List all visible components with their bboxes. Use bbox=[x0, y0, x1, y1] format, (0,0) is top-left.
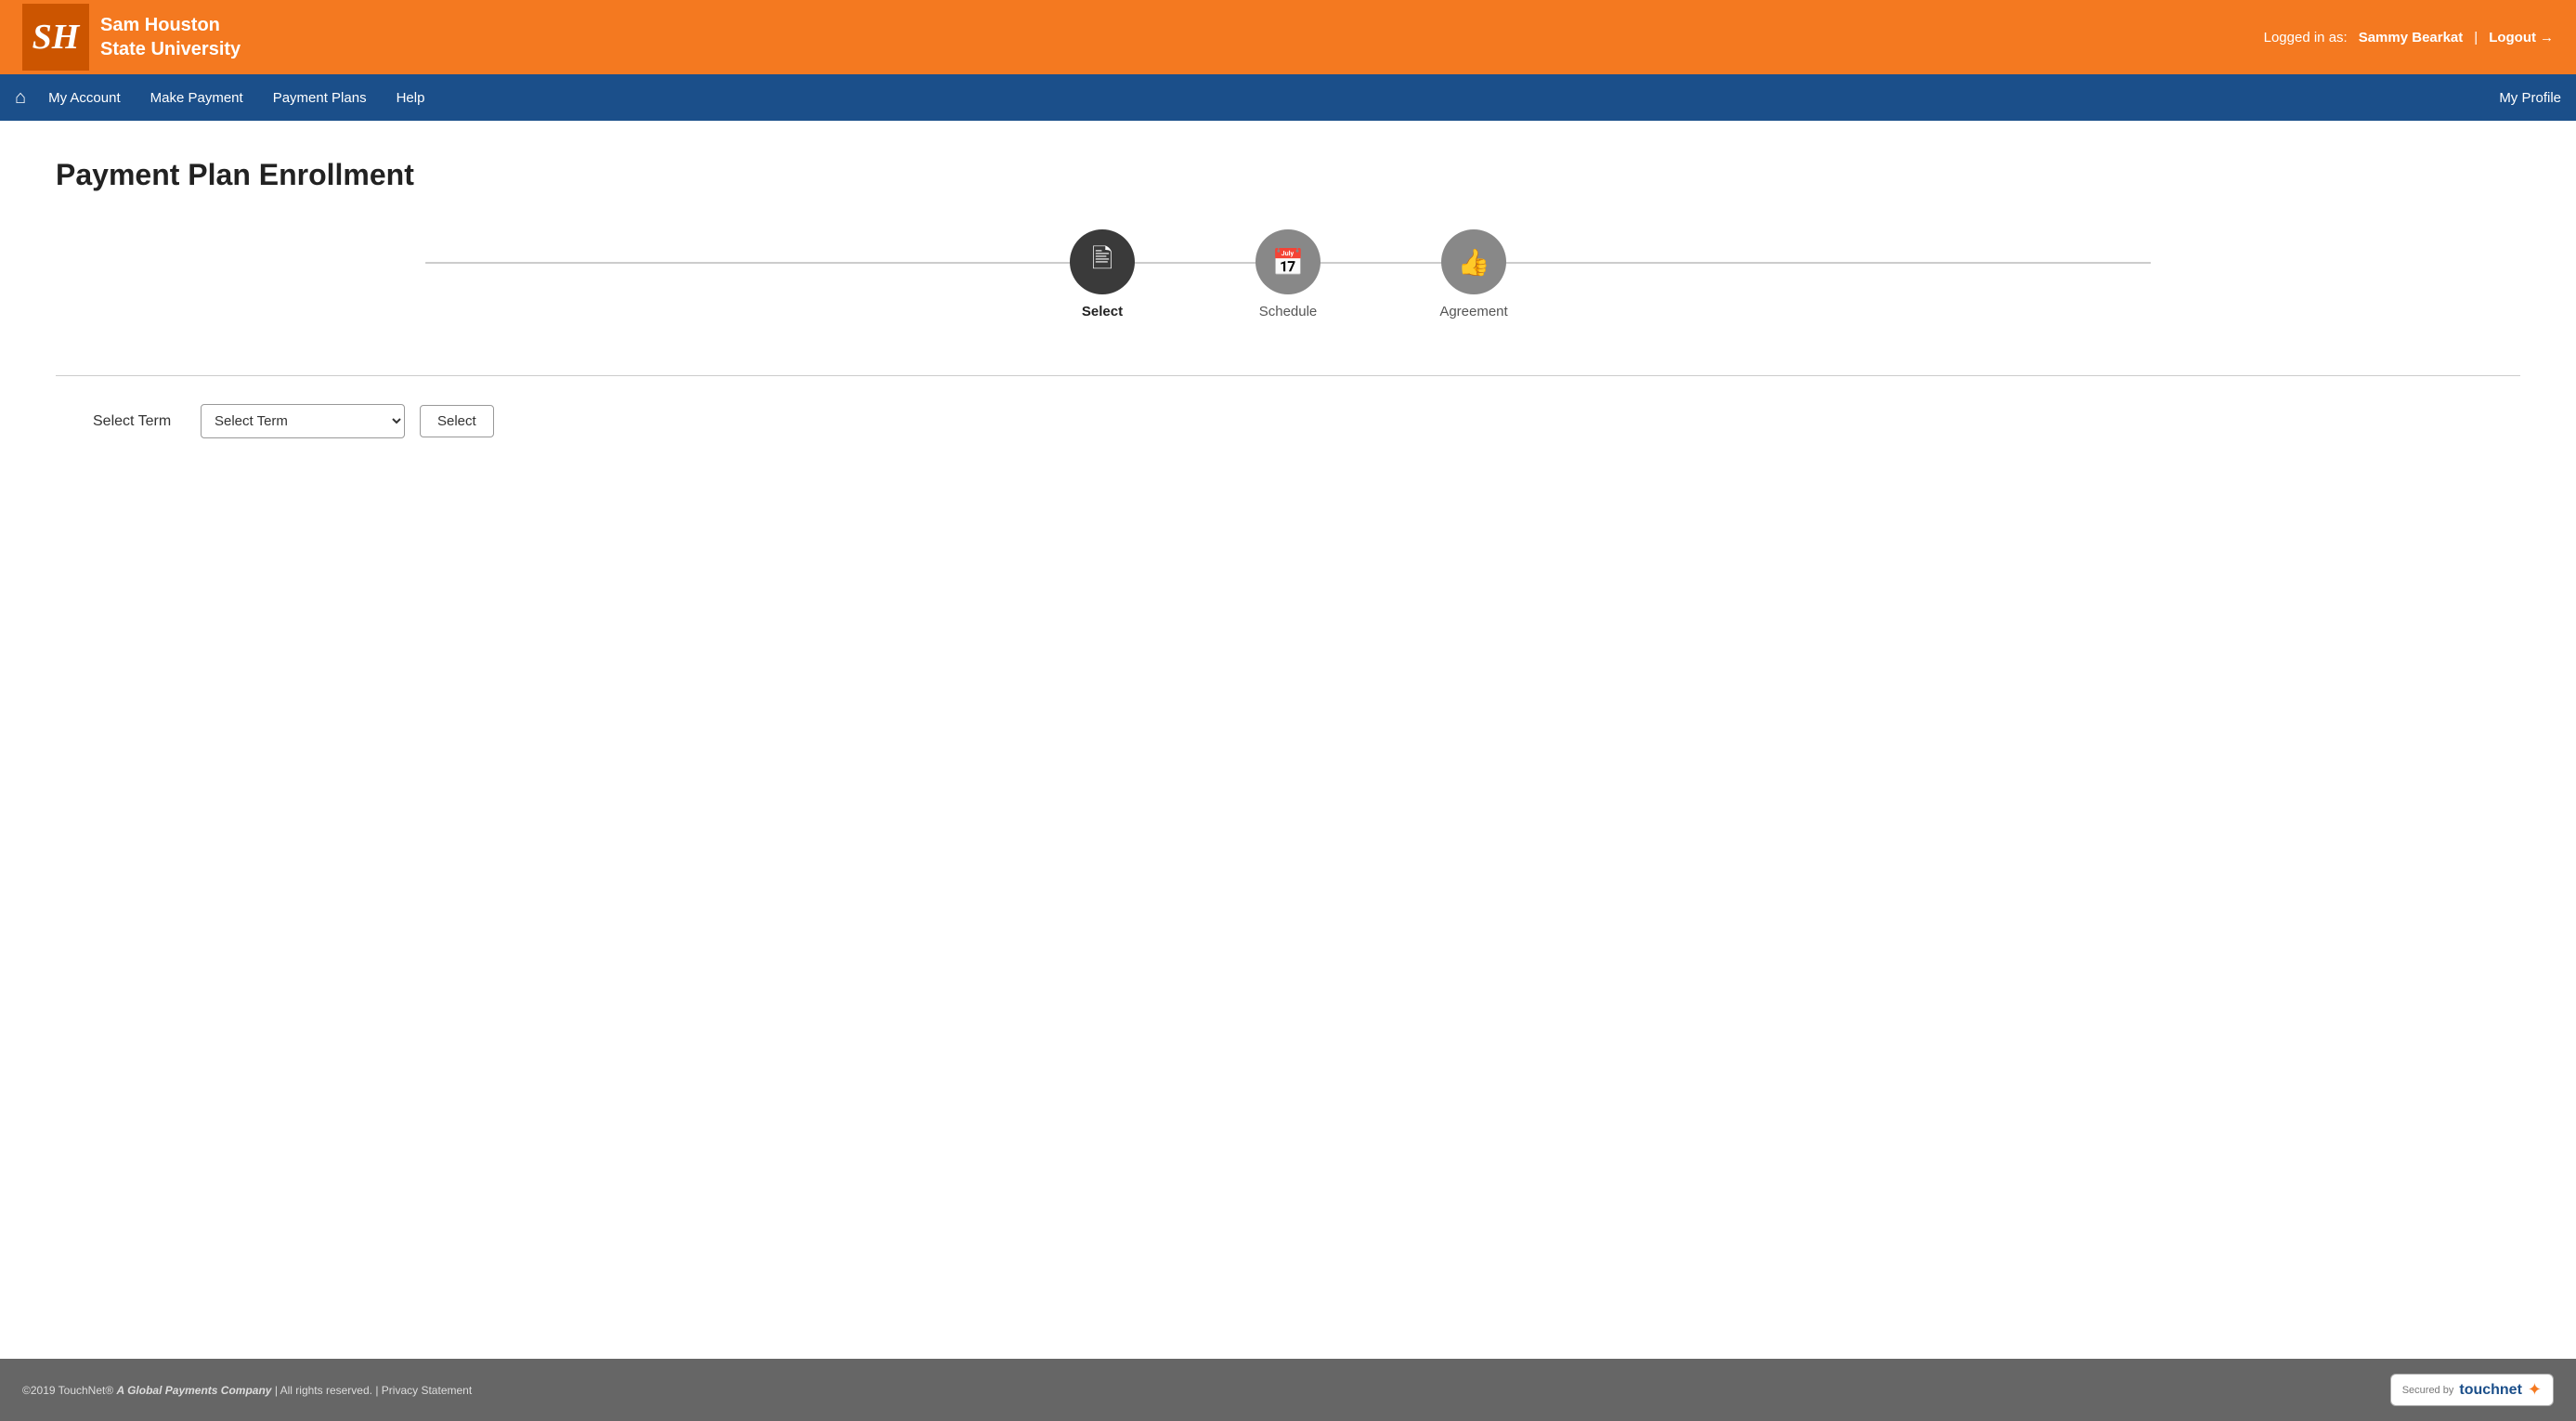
footer-copyright: ©2019 TouchNet® A Global Payments Compan… bbox=[22, 1384, 472, 1397]
my-profile-link[interactable]: My Profile bbox=[2499, 90, 2561, 106]
select-term-button[interactable]: Select bbox=[420, 405, 494, 437]
logo-area: SH Sam Houston State University bbox=[22, 4, 241, 71]
top-right-area: Logged in as: Sammy Bearkat | Logout → bbox=[2264, 30, 2554, 46]
step-agreement-circle: 👍 bbox=[1441, 229, 1506, 294]
select-term-row: Select Term Select Term Select bbox=[93, 404, 2520, 438]
divider: | bbox=[2474, 30, 2478, 46]
step-select-label: Select bbox=[1082, 304, 1123, 319]
touchnet-badge: Secured by touchnet ✦ bbox=[2390, 1374, 2554, 1406]
main-content: Payment Plan Enrollment 🖹 Select 📅 Sched… bbox=[0, 121, 2576, 1359]
logout-label: Logout bbox=[2489, 30, 2536, 46]
stepper: 🖹 Select 📅 Schedule 👍 Agreement bbox=[56, 229, 2520, 338]
nav-links: My Account Make Payment Payment Plans He… bbox=[48, 90, 2499, 106]
logo-initials: SH bbox=[22, 4, 89, 71]
logged-in-label: Logged in as: bbox=[2264, 30, 2348, 46]
footer-left: ©2019 TouchNet® A Global Payments Compan… bbox=[22, 1384, 472, 1397]
step-agreement-icon: 👍 bbox=[1458, 247, 1490, 278]
touchnet-brand: touchnet bbox=[2459, 1382, 2522, 1399]
touchnet-star-icon: ✦ bbox=[2528, 1380, 2542, 1400]
home-icon: ⌂ bbox=[15, 87, 26, 109]
secured-by-label: Secured by bbox=[2402, 1385, 2454, 1396]
step-schedule-label: Schedule bbox=[1259, 304, 1318, 319]
select-term-label: Select Term bbox=[93, 413, 186, 430]
footer: ©2019 TouchNet® A Global Payments Compan… bbox=[0, 1359, 2576, 1421]
step-select-circle: 🖹 bbox=[1070, 229, 1135, 294]
username-label: Sammy Bearkat bbox=[2359, 30, 2464, 46]
step-schedule: 📅 Schedule bbox=[1195, 229, 1381, 319]
nav-payment-plans[interactable]: Payment Plans bbox=[273, 90, 367, 106]
nav-help[interactable]: Help bbox=[397, 90, 425, 106]
step-schedule-circle: 📅 bbox=[1255, 229, 1321, 294]
nav-my-account[interactable]: My Account bbox=[48, 90, 121, 106]
step-agreement-label: Agreement bbox=[1439, 304, 1507, 319]
step-select-icon: 🖹 bbox=[1092, 240, 1113, 284]
step-schedule-icon: 📅 bbox=[1272, 247, 1305, 278]
logout-button[interactable]: Logout → bbox=[2489, 30, 2554, 46]
home-button[interactable]: ⌂ bbox=[15, 87, 26, 109]
page-title: Payment Plan Enrollment bbox=[56, 158, 2520, 192]
university-name: Sam Houston State University bbox=[100, 13, 241, 61]
stepper-separator bbox=[56, 375, 2520, 376]
select-term-dropdown[interactable]: Select Term bbox=[201, 404, 405, 438]
step-select: 🖹 Select bbox=[1009, 229, 1195, 319]
logout-arrow-icon: → bbox=[2540, 30, 2554, 46]
nav-make-payment[interactable]: Make Payment bbox=[150, 90, 243, 106]
step-agreement: 👍 Agreement bbox=[1381, 229, 1567, 319]
top-header: SH Sam Houston State University Logged i… bbox=[0, 0, 2576, 74]
nav-bar: ⌂ My Account Make Payment Payment Plans … bbox=[0, 74, 2576, 121]
